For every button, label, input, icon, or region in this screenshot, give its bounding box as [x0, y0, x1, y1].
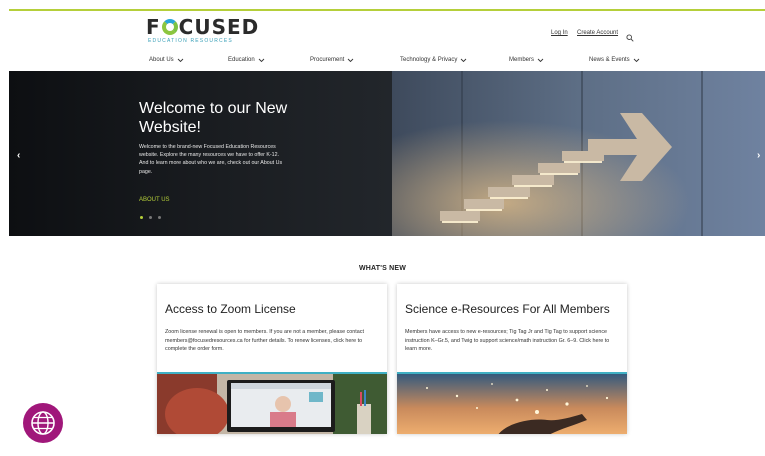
nav-label: News & Events — [589, 57, 630, 63]
chevron-right-icon[interactable]: › — [757, 150, 760, 161]
chevron-down-icon — [537, 58, 544, 62]
hero-carousel: Welcome to our New Website! Welcome to t… — [9, 71, 765, 236]
login-link[interactable]: Log In — [551, 30, 568, 36]
carousel-dot[interactable] — [158, 216, 161, 219]
nav-education[interactable]: Education — [228, 57, 265, 63]
search-icon[interactable] — [626, 29, 634, 42]
news-card-zoom[interactable]: Access to Zoom License Zoom license rene… — [157, 284, 387, 434]
globe-icon — [31, 411, 55, 435]
chevron-down-icon — [461, 58, 467, 62]
news-card-science[interactable]: Science e-Resources For All Members Memb… — [397, 284, 627, 434]
chevron-down-icon — [177, 58, 184, 62]
about-us-link[interactable]: ABOUT US — [139, 197, 170, 203]
logo-text: CUSED — [178, 15, 260, 39]
top-accent-line — [9, 9, 765, 11]
nav-label: Members — [509, 57, 535, 63]
nav-label: Education — [228, 57, 255, 63]
logo-o-icon — [161, 19, 178, 35]
language-globe-button[interactable] — [23, 403, 63, 443]
chevron-left-icon[interactable]: ‹ — [17, 150, 20, 161]
card-body: Zoom license renewal is open to members.… — [165, 329, 364, 353]
nav-label: Technology & Privacy — [400, 57, 458, 63]
chevron-down-icon — [348, 58, 354, 62]
logo-letter: F — [146, 15, 161, 39]
hero-staircase-image — [392, 71, 765, 236]
chevron-down-icon — [258, 58, 265, 62]
nav-technology-privacy[interactable]: Technology & Privacy — [400, 57, 467, 63]
whats-new-heading: WHAT'S NEW — [358, 265, 407, 272]
nav-procurement[interactable]: Procurement — [310, 57, 354, 63]
zoom-laptop-image — [157, 372, 387, 434]
nav-members[interactable]: Members — [509, 57, 544, 63]
card-body: Members have access to new e-resources; … — [405, 329, 610, 353]
hero-body: Welcome to the brand-new Focused Educati… — [139, 144, 283, 175]
nav-news-events[interactable]: News & Events — [589, 57, 640, 63]
hero-title: Welcome to our New Website! — [139, 100, 288, 136]
nav-label: About Us — [149, 57, 174, 63]
chevron-down-icon — [633, 58, 640, 62]
carousel-dot[interactable] — [140, 216, 143, 219]
nav-label: Procurement — [310, 57, 345, 63]
card-title: Science e-Resources For All Members — [405, 302, 610, 316]
create-account-link[interactable]: Create Account — [577, 30, 618, 36]
glowing-hands-image — [397, 372, 627, 434]
focused-logo[interactable]: F CUSED EDUCATION RESOURCES — [146, 17, 259, 44]
card-title: Access to Zoom License — [165, 302, 296, 316]
nav-about-us[interactable]: About Us — [149, 57, 184, 63]
carousel-dots — [140, 216, 161, 219]
carousel-dot[interactable] — [149, 216, 152, 219]
